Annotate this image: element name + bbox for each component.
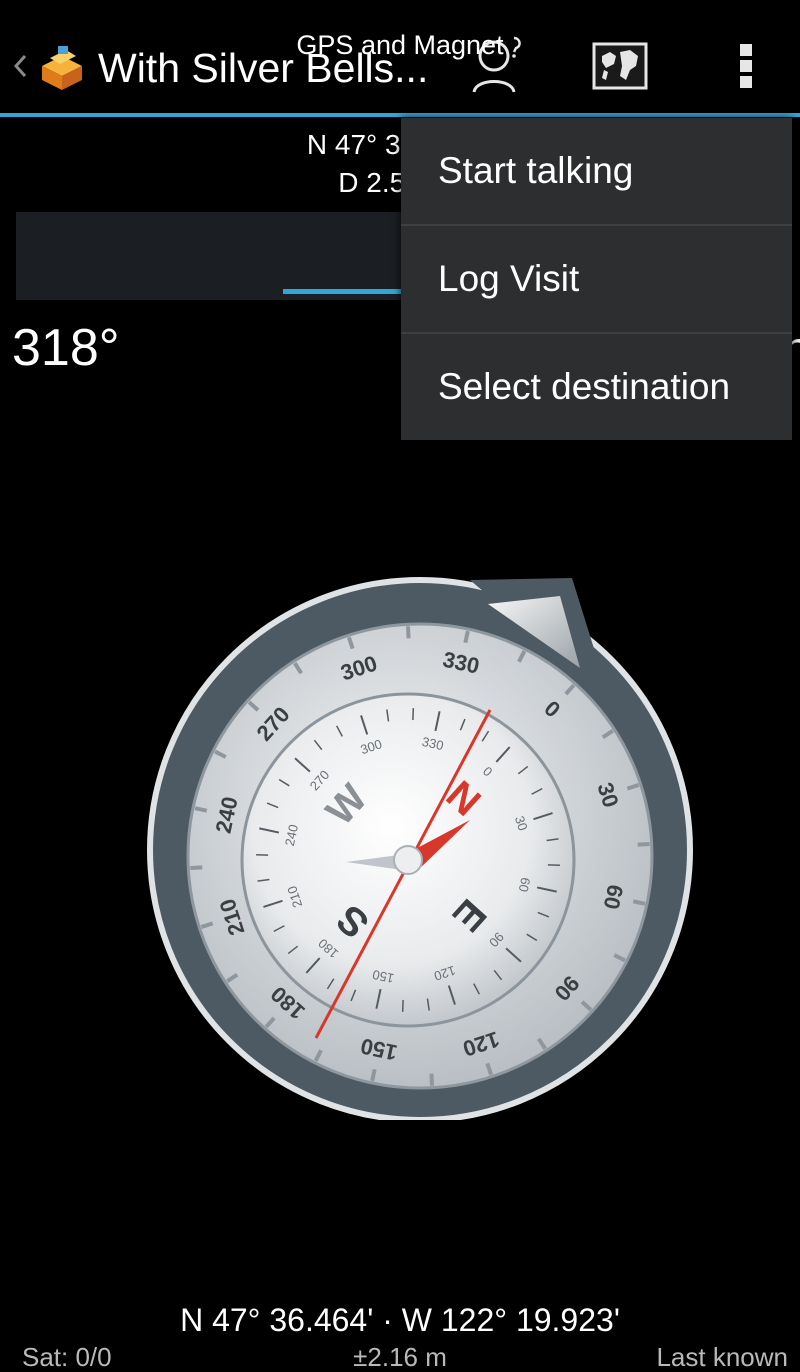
menu-item-label: Start talking bbox=[438, 150, 634, 191]
menu-item-log-visit[interactable]: Log Visit bbox=[401, 226, 792, 332]
bezel-tick bbox=[632, 899, 646, 906]
menu-item-select-destination[interactable]: Select destination bbox=[401, 334, 792, 440]
bezel-tick bbox=[405, 626, 411, 639]
bezel-tick bbox=[194, 806, 208, 813]
overflow-menu: Start talking Log Visit Select destinati… bbox=[401, 118, 792, 440]
action-bar-divider bbox=[0, 113, 800, 117]
bezel-label: 60 bbox=[599, 883, 629, 912]
menu-item-label: Select destination bbox=[438, 366, 731, 407]
current-coordinates: N 47° 36.464' · W 122° 19.923' bbox=[180, 1302, 620, 1338]
tab-gps-magnetic[interactable]: GPS and Magnet bbox=[0, 28, 800, 62]
bezel-tick bbox=[370, 1068, 377, 1082]
bezel-tick bbox=[429, 1073, 435, 1086]
face-label: 60 bbox=[516, 876, 534, 893]
bezel-tick bbox=[190, 865, 203, 871]
menu-item-start-talking[interactable]: Start talking bbox=[401, 118, 792, 224]
location-source: Last known bbox=[656, 1342, 788, 1372]
menu-item-label: Log Visit bbox=[438, 258, 580, 299]
bezel-tick bbox=[463, 630, 470, 644]
bezel-tick bbox=[637, 841, 650, 847]
compass: 0306090120150180210240270300 330 03060901… bbox=[147, 577, 693, 1120]
heading-value: 318° bbox=[12, 319, 120, 377]
